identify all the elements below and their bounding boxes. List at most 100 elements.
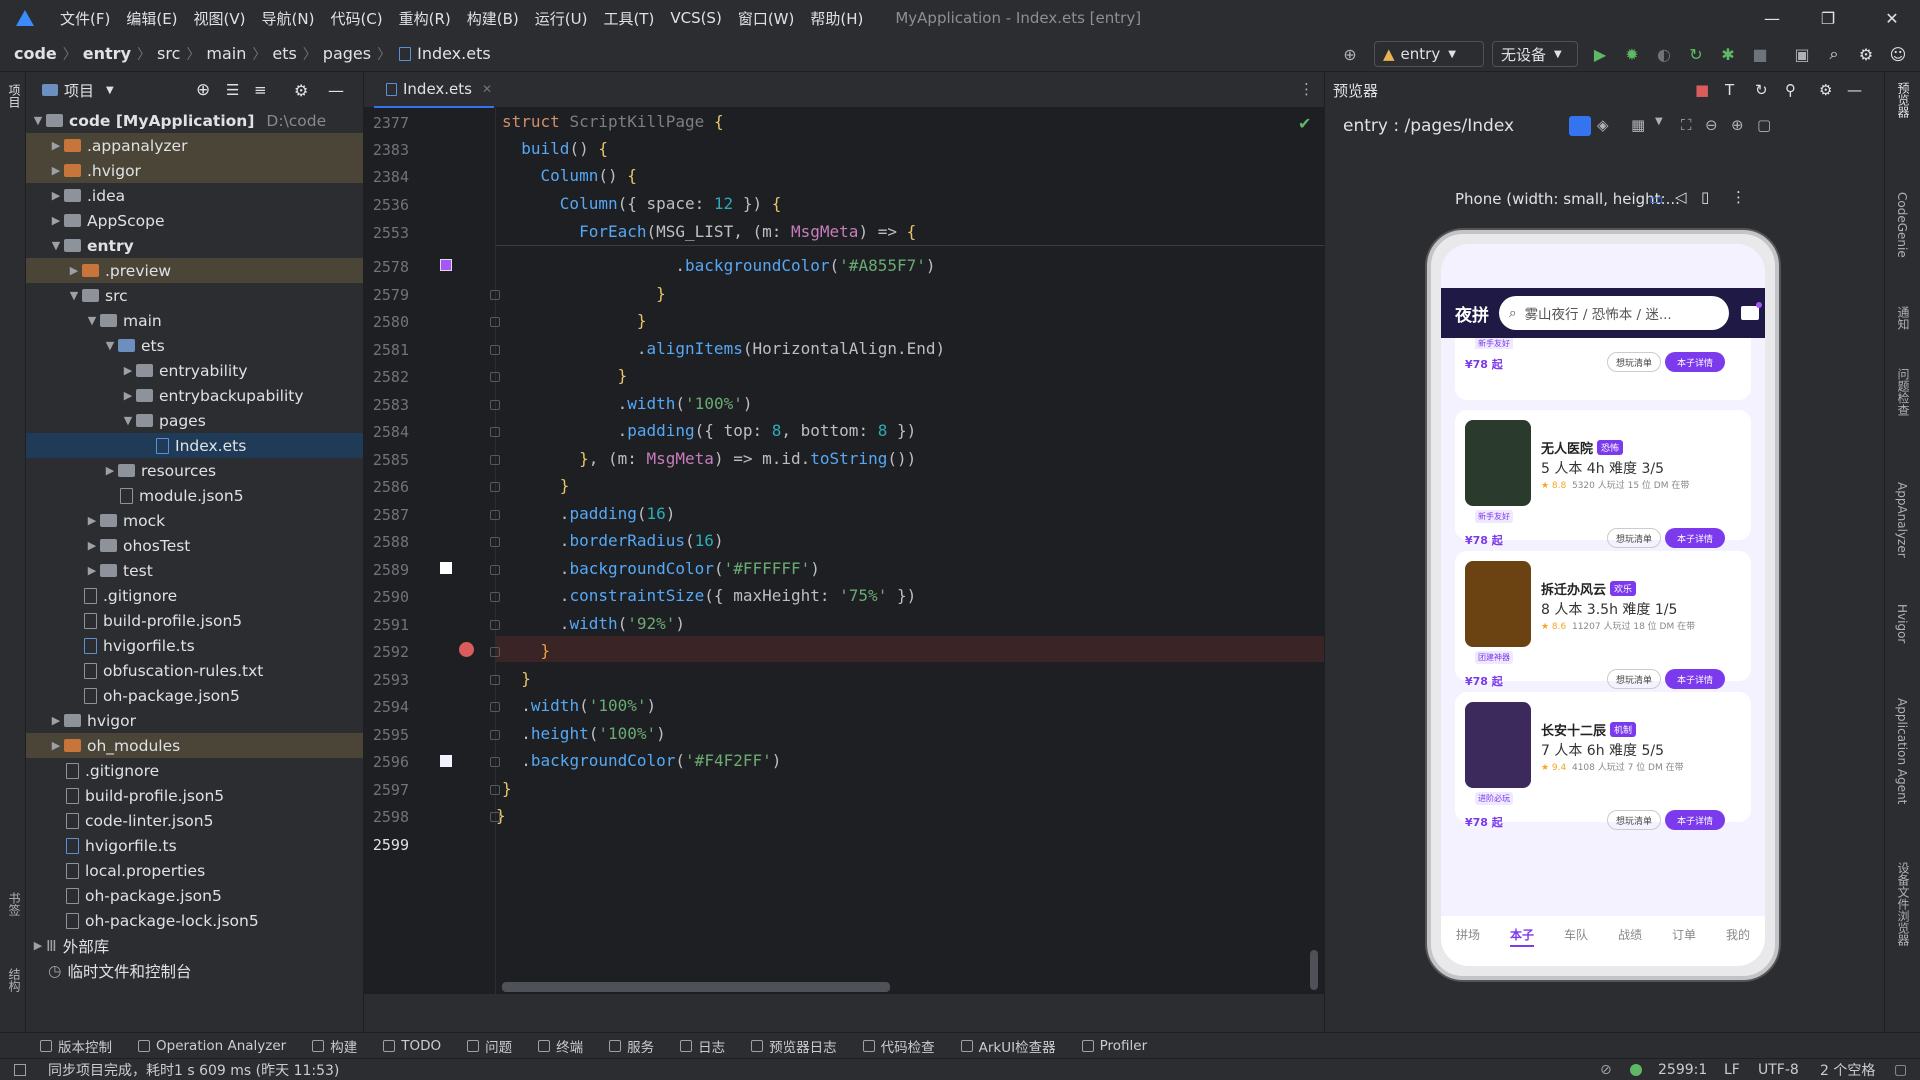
fold-marker-icon[interactable] xyxy=(490,290,500,300)
tab-zhanji[interactable]: 战绩 xyxy=(1618,926,1642,943)
line-number[interactable]: 2592 xyxy=(364,643,409,661)
tree-item[interactable]: ▶ Ⅲ 外部库 xyxy=(26,933,363,958)
line-number[interactable]: 2583 xyxy=(364,396,409,414)
fold-marker-icon[interactable] xyxy=(490,317,500,327)
locate-icon[interactable]: ⊕ xyxy=(196,80,210,100)
line-number[interactable]: 2597 xyxy=(364,781,409,799)
menu-view[interactable]: 视图(V) xyxy=(186,8,254,29)
cursor-position[interactable]: 2599:1 xyxy=(1658,1062,1707,1078)
tree-item[interactable]: ▶ .preview xyxy=(26,258,363,283)
refresh-icon[interactable]: ↻ xyxy=(1755,81,1768,99)
account-icon[interactable]: ☺ xyxy=(1888,44,1908,64)
device-frame-icon[interactable]: ▭ xyxy=(1649,190,1663,208)
multi-device-icon[interactable]: ▯ xyxy=(1701,188,1709,206)
layers-icon[interactable]: ◈ xyxy=(1597,116,1609,134)
more-options-icon[interactable]: ⋮ xyxy=(1299,80,1314,98)
color-swatch-icon[interactable] xyxy=(440,755,452,767)
color-swatch-icon[interactable] xyxy=(440,259,452,271)
menu-help[interactable]: 帮助(H) xyxy=(802,8,871,29)
want-list-button[interactable]: 想玩清单 xyxy=(1607,528,1661,548)
problems-tool-button[interactable]: 问题检查 xyxy=(1895,368,1912,416)
line-number[interactable]: 2383 xyxy=(364,141,409,159)
settings-gear-icon[interactable]: ⚙ xyxy=(1819,81,1832,99)
preview-mode-icon[interactable] xyxy=(1569,116,1591,136)
services-tool-button[interactable]: 服务 xyxy=(609,1036,654,1056)
tree-item[interactable]: ▶ AppScope xyxy=(26,208,363,233)
build-tool-button[interactable]: 构建 xyxy=(312,1036,357,1056)
terminal-tool-button[interactable]: 终端 xyxy=(538,1036,583,1056)
line-number[interactable]: 2377 xyxy=(364,114,409,132)
file-encoding[interactable]: UTF-8 xyxy=(1758,1062,1799,1078)
menu-edit[interactable]: 编辑(E) xyxy=(118,8,185,29)
tree-item[interactable]: build-profile.json5 xyxy=(26,783,363,808)
close-icon[interactable]: ✕ xyxy=(1864,0,1920,36)
tree-item[interactable]: ▶ resources xyxy=(26,458,363,483)
tree-item[interactable]: hvigorfile.ts xyxy=(26,833,363,858)
tab-benzi[interactable]: 本子 xyxy=(1509,926,1534,947)
color-swatch-icon[interactable] xyxy=(440,562,452,574)
arkui-inspector-tool-button[interactable]: ArkUI检查器 xyxy=(960,1036,1056,1056)
fold-marker-icon[interactable] xyxy=(490,592,500,602)
project-tool-button[interactable]: 项目 xyxy=(6,84,23,108)
tree-item[interactable]: code-linter.json5 xyxy=(26,808,363,833)
want-list-button[interactable]: 想玩清单 xyxy=(1607,669,1661,689)
close-tab-icon[interactable]: ✕ xyxy=(482,82,492,96)
fold-marker-icon[interactable] xyxy=(490,620,500,630)
breadcrumb-item[interactable]: entry xyxy=(83,44,131,63)
profiler-tool-button[interactable]: Profiler xyxy=(1081,1038,1147,1054)
breadcrumb-item[interactable]: main xyxy=(206,44,246,63)
tree-item[interactable]: oh-package-lock.json5 xyxy=(26,908,363,933)
tree-item[interactable]: ▶ .hvigor xyxy=(26,158,363,183)
tree-item[interactable]: ▶ ohosTest xyxy=(26,533,363,558)
line-number[interactable]: 2579 xyxy=(364,286,409,304)
device-file-browser-tool-button[interactable]: 设备文件浏览器 xyxy=(1895,862,1912,946)
rotate-icon[interactable]: ◁ xyxy=(1675,188,1687,206)
line-number[interactable]: 2581 xyxy=(364,341,409,359)
grid-icon[interactable]: ▦ xyxy=(1631,116,1645,134)
log-tool-button[interactable]: 日志 xyxy=(680,1036,725,1056)
tree-item[interactable]: ▼ ets xyxy=(26,333,363,358)
profile-icon[interactable]: ✱ xyxy=(1718,44,1738,64)
target-icon[interactable]: ⊕ xyxy=(1340,44,1360,64)
code-check-tool-button[interactable]: 代码检查 xyxy=(862,1036,935,1056)
collapse-all-icon[interactable]: ≡ xyxy=(254,81,267,99)
line-number[interactable]: 2584 xyxy=(364,423,409,441)
fold-marker-icon[interactable] xyxy=(490,400,500,410)
tree-item[interactable]: local.properties xyxy=(26,858,363,883)
line-number[interactable]: 2578 xyxy=(364,258,409,276)
tree-item[interactable]: ▼ entry xyxy=(26,233,363,258)
preview-device-label[interactable]: Phone (width: small, height:... xyxy=(1455,190,1680,208)
menu-build[interactable]: 构建(B) xyxy=(459,8,527,29)
minimize-icon[interactable]: — xyxy=(1744,0,1800,36)
script-card-partial[interactable]: 新手友好 ¥78 起 想玩清单 本子详情 xyxy=(1455,338,1751,400)
tree-item[interactable]: hvigorfile.ts xyxy=(26,633,363,658)
menu-tools[interactable]: 工具(T) xyxy=(595,8,662,29)
todo-tool-button[interactable]: TODO xyxy=(383,1038,441,1054)
zoom-in-icon[interactable]: ⊕ xyxy=(1731,116,1744,134)
tree-item[interactable]: ▶ mock xyxy=(26,508,363,533)
tree-item-root[interactable]: ▼ code [MyApplication] D:\code xyxy=(26,108,363,133)
bookmarks-tool-button[interactable]: 书签 xyxy=(6,892,23,916)
device-manager-icon[interactable]: ▣ xyxy=(1792,44,1812,64)
tree-item[interactable]: oh-package.json5 xyxy=(26,683,363,708)
line-number[interactable]: 2589 xyxy=(364,561,409,579)
breadcrumb-item[interactable]: Index.ets xyxy=(417,44,491,63)
inspector-icon[interactable]: ⚲ xyxy=(1785,81,1796,99)
script-detail-button[interactable]: 本子详情 xyxy=(1665,810,1725,830)
line-number[interactable]: 2594 xyxy=(364,698,409,716)
breakpoint-icon[interactable] xyxy=(459,642,474,657)
apply-changes-icon[interactable]: ↻ xyxy=(1686,44,1706,64)
line-number[interactable]: 2599 xyxy=(364,836,409,854)
fold-marker-icon[interactable] xyxy=(490,537,500,547)
stop-icon[interactable]: ■ xyxy=(1750,44,1770,64)
tree-item[interactable]: ▶ entrybackupability xyxy=(26,383,363,408)
fold-marker-icon[interactable] xyxy=(490,675,500,685)
fold-marker-icon[interactable] xyxy=(490,345,500,355)
original-size-icon[interactable]: ▢ xyxy=(1757,116,1771,134)
menu-file[interactable]: 文件(F) xyxy=(52,8,118,29)
expand-all-icon[interactable]: ☰ xyxy=(226,81,239,99)
run-icon[interactable]: ▶ xyxy=(1590,44,1610,64)
indent-setting[interactable]: 2 个空格 xyxy=(1820,1060,1875,1080)
menu-code[interactable]: 代码(C) xyxy=(322,8,390,29)
zoom-out-icon[interactable]: ⊖ xyxy=(1705,116,1718,134)
